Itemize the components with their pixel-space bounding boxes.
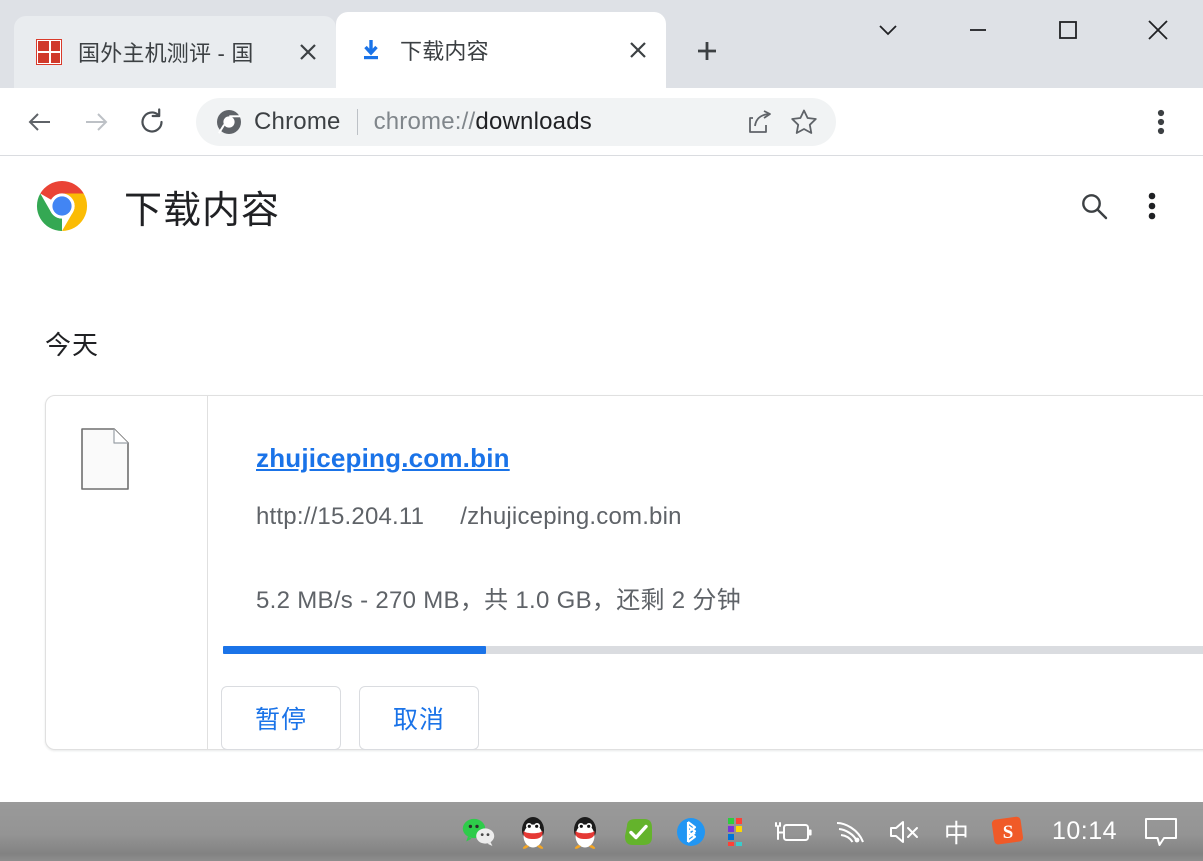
chrome-logo-icon bbox=[216, 109, 242, 135]
download-item-body: zhujiceping.com.bin http://15.204.11 /zh… bbox=[208, 396, 1203, 750]
omnibox-brand-label: Chrome bbox=[254, 107, 341, 135]
three-dot-menu-icon[interactable] bbox=[1133, 94, 1189, 150]
download-status-text: 5.2 MB/s - 270 MB，共 1.0 GB，还剩 2 分钟 bbox=[256, 587, 741, 614]
cancel-button[interactable]: 取消 bbox=[359, 686, 479, 750]
download-progress-bar bbox=[223, 646, 1203, 654]
address-bar[interactable]: Chrome chrome://downloads bbox=[196, 97, 836, 146]
downloads-page: 下载内容 今天 zhujiceping.com.bin http://15.20… bbox=[0, 157, 1203, 802]
window-controls bbox=[843, 0, 1203, 60]
download-actions: 暂停 取消 bbox=[221, 686, 479, 750]
color-grid-icon[interactable] bbox=[717, 802, 761, 861]
pause-button[interactable]: 暂停 bbox=[221, 686, 341, 750]
search-icon[interactable] bbox=[1065, 177, 1123, 235]
bluetooth-icon[interactable] bbox=[665, 802, 717, 861]
download-item-card[interactable]: zhujiceping.com.bin http://15.204.11 /zh… bbox=[45, 395, 1203, 750]
close-icon[interactable] bbox=[1113, 0, 1203, 60]
system-tray: 中 S 10:14 bbox=[451, 802, 1203, 861]
back-arrow-icon[interactable] bbox=[12, 94, 68, 150]
omnibox-url[interactable]: chrome://downloads bbox=[374, 108, 592, 136]
volume-muted-icon[interactable] bbox=[877, 802, 933, 861]
header-actions bbox=[1065, 177, 1181, 235]
taskbar: 中 S 10:14 bbox=[0, 802, 1203, 861]
qq-icon[interactable] bbox=[559, 802, 611, 861]
forward-arrow-icon bbox=[68, 94, 124, 150]
tab-inactive[interactable]: 国外主机测评 - 国 bbox=[14, 16, 336, 88]
omnibox-url-scheme: chrome:// bbox=[373, 107, 476, 135]
taskbar-clock[interactable]: 10:14 bbox=[1036, 817, 1133, 846]
sogou-icon[interactable]: S bbox=[980, 802, 1036, 861]
tab-title: 国外主机测评 - 国 bbox=[78, 41, 254, 66]
page-title: 下载内容 bbox=[124, 189, 281, 232]
omnibox-url-path: downloads bbox=[475, 107, 592, 135]
chrome-logo-icon bbox=[36, 180, 88, 232]
reload-icon[interactable] bbox=[124, 94, 180, 150]
notification-icon[interactable] bbox=[1133, 802, 1189, 861]
tab-title: 下载内容 bbox=[400, 39, 489, 64]
download-source-url: http://15.204.11 /zhujiceping.com.bin bbox=[256, 503, 682, 531]
close-icon[interactable] bbox=[618, 30, 658, 70]
download-icon bbox=[358, 37, 384, 63]
browser-window: 国外主机测评 - 国 下载内容 Chrome chrome://download… bbox=[0, 0, 1203, 802]
wifi-icon[interactable] bbox=[823, 802, 877, 861]
qq-icon[interactable] bbox=[507, 802, 559, 861]
svg-text:S: S bbox=[1003, 822, 1014, 843]
download-progress-fill bbox=[223, 646, 486, 654]
download-filename-link[interactable]: zhujiceping.com.bin bbox=[256, 443, 510, 474]
downloads-header: 下载内容 bbox=[0, 157, 1203, 255]
tab-active[interactable]: 下载内容 bbox=[336, 12, 666, 88]
seal-icon bbox=[36, 39, 62, 65]
download-icon-column bbox=[46, 396, 208, 749]
download-url-suffix: /zhujiceping.com.bin bbox=[460, 503, 682, 530]
maximize-icon[interactable] bbox=[1023, 0, 1113, 60]
date-group-label: 今天 bbox=[45, 330, 100, 360]
three-dot-menu-icon[interactable] bbox=[1123, 177, 1181, 235]
file-icon bbox=[81, 428, 129, 490]
wechat-icon[interactable] bbox=[451, 802, 507, 861]
browser-toolbar: Chrome chrome://downloads bbox=[0, 88, 1203, 156]
close-icon[interactable] bbox=[288, 32, 328, 72]
minimize-icon[interactable] bbox=[933, 0, 1023, 60]
green-check-icon[interactable] bbox=[611, 802, 665, 861]
tab-strip: 国外主机测评 - 国 下载内容 bbox=[0, 0, 1203, 88]
omnibox-divider bbox=[356, 108, 358, 135]
chevron-down-icon[interactable] bbox=[843, 0, 933, 60]
download-url-prefix: http://15.204.11 bbox=[256, 503, 425, 530]
ime-chinese-icon[interactable]: 中 bbox=[933, 802, 980, 861]
star-icon[interactable] bbox=[782, 100, 826, 144]
battery-charging-icon[interactable] bbox=[761, 802, 823, 861]
share-icon[interactable] bbox=[738, 100, 782, 144]
new-tab-button[interactable] bbox=[682, 26, 732, 76]
